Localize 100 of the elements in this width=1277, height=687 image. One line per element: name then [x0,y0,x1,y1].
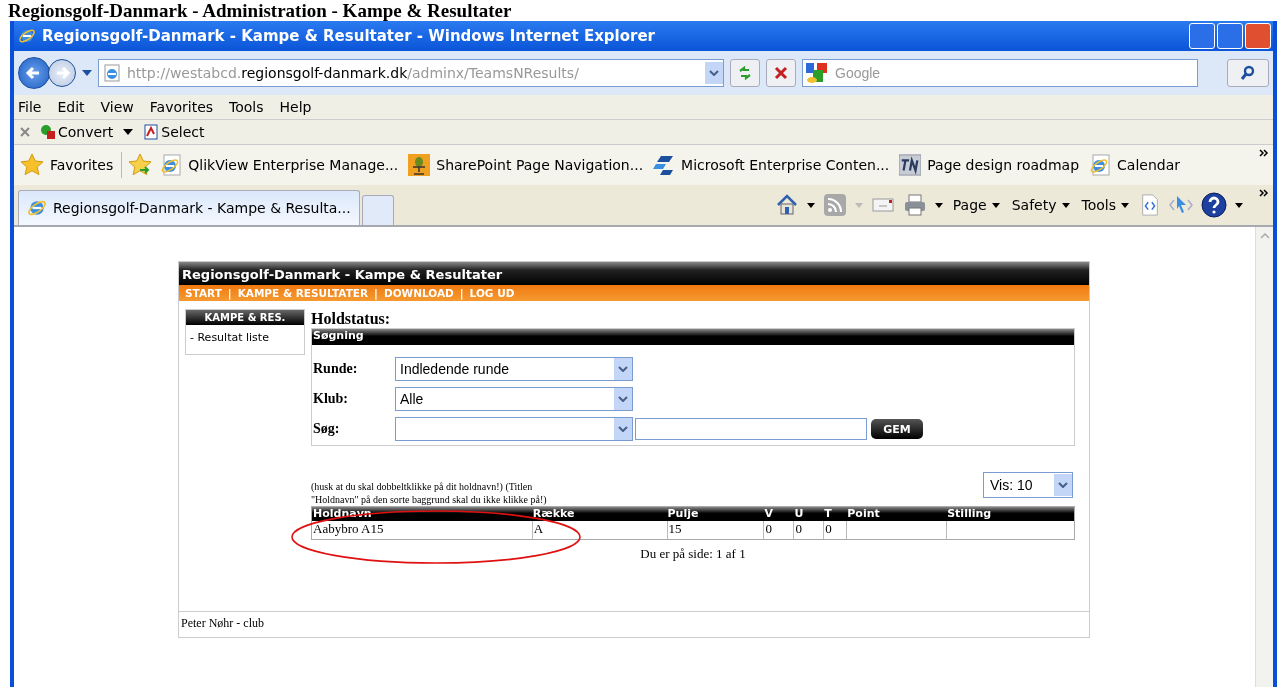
menu-item[interactable]: View [100,99,134,115]
more-chevron-icon[interactable] [1259,149,1269,157]
chevron-down-icon [618,366,628,372]
dropdown-arrow-icon[interactable] [806,202,815,208]
dropdown-arrow-icon[interactable] [123,129,134,135]
favorite-link[interactable]: Microsoft Enterprise Conten... [651,154,892,176]
site-title: Regionsgolf-Danmark - Kampe & Resultater [179,262,1089,285]
chevron-down-icon [1058,482,1068,488]
web-page-icon [1089,154,1112,176]
favorites-button[interactable]: Favorites [18,153,116,177]
convert-icon [40,124,56,140]
menu-item[interactable]: File [18,99,42,115]
address-field[interactable]: http://westabcd.regionsgolf-danmark.dk/adminx/TeamsNResults/ [98,59,724,87]
search-button[interactable] [1227,59,1269,87]
minimize-button[interactable] [1189,23,1215,49]
favorite-link[interactable]: SharePoint Page Navigation... [406,154,646,176]
search-field[interactable]: Google [802,59,1198,87]
favorite-link[interactable]: Calendar [1087,154,1183,176]
page-icon [103,64,121,82]
close-button[interactable] [1245,23,1271,49]
field-label: Runde: [313,361,359,377]
text-field[interactable] [635,418,867,440]
hint-text: (husk at du skal dobbeltklikke på dit holdnavn!) (Titlen "Holdnavn" på den sorte baggrund skal du ikke klikke på!) [311,480,548,506]
refresh-arrows-icon [737,65,753,81]
menu-item[interactable]: Help [279,99,312,115]
star-icon [20,153,44,177]
chevron-down-icon [709,70,719,76]
menu-item[interactable]: Edit [57,99,85,115]
document-icon [143,124,160,140]
search-icon [1240,65,1256,81]
scrollbar[interactable] [1255,227,1273,687]
page-heading: Holdstatus: [311,310,392,328]
command-menu[interactable]: Tools [1079,197,1131,213]
dropdown-button[interactable] [705,62,723,84]
favorite-link[interactable]: Page design roadmap [897,154,1082,176]
dropdown-arrow-icon[interactable] [1235,202,1243,208]
sidebar-heading: KAMPE & RES. [186,310,304,325]
column-header: T [823,507,833,521]
column-header: V [763,507,774,521]
favorite-link[interactable]: QlikView Enterprise Manage... [158,154,401,176]
table-cell-text: Aabybro A15 [312,521,385,538]
select-field[interactable]: Indledende runde [395,357,633,381]
select-button[interactable]: Select [141,124,207,140]
code-page-icon[interactable] [1139,194,1161,216]
feed-icon[interactable] [822,193,847,217]
stripes-logo-icon [653,154,676,176]
select-field[interactable] [395,417,633,441]
dropdown-arrow-icon[interactable] [934,202,943,208]
search-provider-icon [805,61,829,85]
column-header: Række [531,507,576,521]
page-size-select[interactable]: Vis: 10 [983,472,1073,498]
history-dropdown-icon[interactable] [82,70,92,76]
chevron-down-icon [618,426,628,432]
convert-button[interactable]: Convert [38,124,116,140]
add-favorite-star-icon[interactable] [128,153,153,177]
field-label: Søg: [313,421,341,437]
dropdown-arrow-icon [1061,202,1070,208]
table-cell: 15 [666,521,764,539]
command-menu[interactable]: Page [950,197,1002,213]
menu-item[interactable]: Tools [229,99,264,115]
robot-icon [408,154,431,176]
nav-separator: | [374,287,378,299]
sidebar-link[interactable]: - Resultat liste [186,325,304,344]
column-header: Stilling [946,507,993,521]
close-icon [773,65,789,81]
panel-title: Søgning [312,329,1074,345]
dropdown-arrow-icon [1121,202,1129,208]
letters-logo-icon [899,154,922,176]
stop-button[interactable] [766,59,796,87]
nav-separator: | [227,287,232,299]
web-page-icon [160,154,183,176]
table-cell: 0 [793,521,824,539]
dropdown-arrow-icon [991,202,1000,208]
print-icon[interactable] [902,193,927,217]
menu-item[interactable]: Favorites [149,99,214,115]
close-icon[interactable] [20,127,30,137]
help-icon[interactable] [1201,192,1227,218]
chevron-down-icon [618,396,628,402]
back-button[interactable] [18,57,50,89]
more-chevron-icon[interactable] [1259,189,1269,197]
select-field[interactable]: Alle [395,387,633,411]
page-heading: Regionsgolf-Danmark - Administration - Kampe & Resultater [7,0,513,21]
window-title: Regionsgolf-Danmark - Kampe & Resultater - Windows Internet Explorer [42,27,656,45]
table-cell: 0 [763,521,794,539]
save-button[interactable]: GEM [871,419,923,439]
nav-separator: | [459,287,464,299]
refresh-button[interactable] [730,59,760,87]
browser-logo-icon [18,27,36,45]
site-footer: Peter Nøhr - club [179,611,1089,637]
field-label: Klub: [313,391,349,407]
command-menu[interactable]: Safety [1009,197,1072,213]
maximize-button[interactable] [1217,23,1243,49]
column-header: Point [846,507,881,521]
table-cell: 0 [823,521,847,539]
column-header: U [793,507,805,521]
column-header: Pulje [666,507,700,521]
browser-tab[interactable]: Regionsgolf-Danmark - Kampe & Resulta... [18,190,360,225]
column-header: Holdnavn [312,507,373,521]
forward-button[interactable] [48,59,76,87]
browser-logo-icon [27,198,47,218]
